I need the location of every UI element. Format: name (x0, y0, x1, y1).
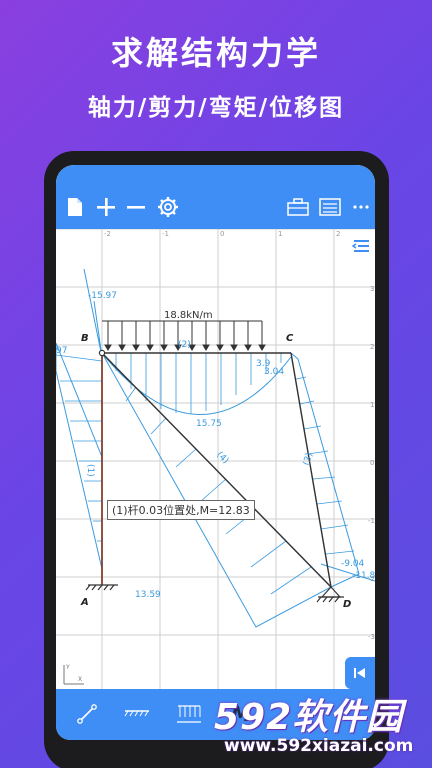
top-toolbar (56, 165, 375, 229)
x-tick: 2 (336, 230, 340, 238)
x-tick: 1 (278, 230, 282, 238)
promo-title: 求解结构力学 (110, 34, 321, 72)
list-icon[interactable] (318, 196, 342, 218)
promo-subtitle: 轴力/剪力/弯矩/位移图 (87, 95, 345, 121)
more-icon[interactable] (350, 196, 372, 218)
moment-diagram (56, 268, 375, 628)
axis-indicator: Y X (63, 664, 84, 685)
support-icon[interactable] (120, 699, 154, 729)
svg-text:X: X (78, 676, 82, 683)
x-tick: -2 (104, 230, 111, 238)
value-label: -9.04 (341, 559, 365, 569)
value-label: -11.8 (352, 571, 375, 581)
y-tick: 3 (370, 285, 374, 293)
watermark-url: www.592xiazai.com (224, 736, 414, 756)
y-tick: -1 (368, 517, 375, 525)
value-label: 3.04 (264, 367, 284, 377)
value-label: -15.97 (88, 291, 117, 301)
plus-icon[interactable] (94, 195, 118, 219)
y-tick: 1 (370, 401, 374, 409)
watermark: 592软件园 www.592xiazai.com (214, 688, 430, 768)
y-tick: 2 (370, 343, 374, 351)
gear-icon[interactable] (156, 195, 180, 219)
collapse-panel-button[interactable] (345, 657, 375, 689)
node-label-d: D (343, 599, 351, 610)
node-label-c: C (286, 333, 294, 344)
file-icon[interactable] (64, 195, 86, 219)
watermark-brand: 592软件园 (214, 697, 404, 738)
member-label-4: (4) (214, 450, 230, 466)
member-label-2: (2) (178, 340, 191, 350)
node-label-a: A (80, 597, 89, 608)
y-tick: 0 (370, 459, 374, 467)
app-screen: -2 -1 0 1 2 3 2 1 0 -1 -2 -3 B C A D 18.… (56, 165, 375, 740)
node-label-b: B (81, 333, 89, 344)
svg-text:Y: Y (65, 664, 70, 671)
distributed-load-icon[interactable] (172, 699, 206, 729)
joint-b[interactable] (98, 349, 106, 357)
structure-members (101, 352, 332, 588)
y-tick: -3 (368, 633, 375, 641)
toolbox-icon[interactable] (286, 196, 310, 218)
minus-icon[interactable] (124, 195, 148, 219)
support-d (316, 586, 344, 603)
value-label: 97 (56, 346, 67, 356)
x-tick: -1 (162, 230, 169, 238)
member-label-3: (3) (302, 452, 315, 467)
triangle-left-icon (354, 668, 365, 678)
collapse-menu-icon[interactable] (351, 240, 369, 252)
value-label: 15.75 (196, 419, 222, 429)
x-tick: 0 (220, 230, 224, 238)
load-label: 18.8kN/m (164, 310, 213, 321)
drawing-canvas[interactable]: -2 -1 0 1 2 3 2 1 0 -1 -2 -3 B C A D 18.… (56, 229, 375, 689)
moment-tooltip: (1)杆0.03位置处,M=12.83 (107, 500, 255, 520)
member-icon[interactable] (70, 699, 104, 729)
value-label: 13.59 (135, 590, 161, 600)
member-label-1: (1) (85, 464, 95, 477)
